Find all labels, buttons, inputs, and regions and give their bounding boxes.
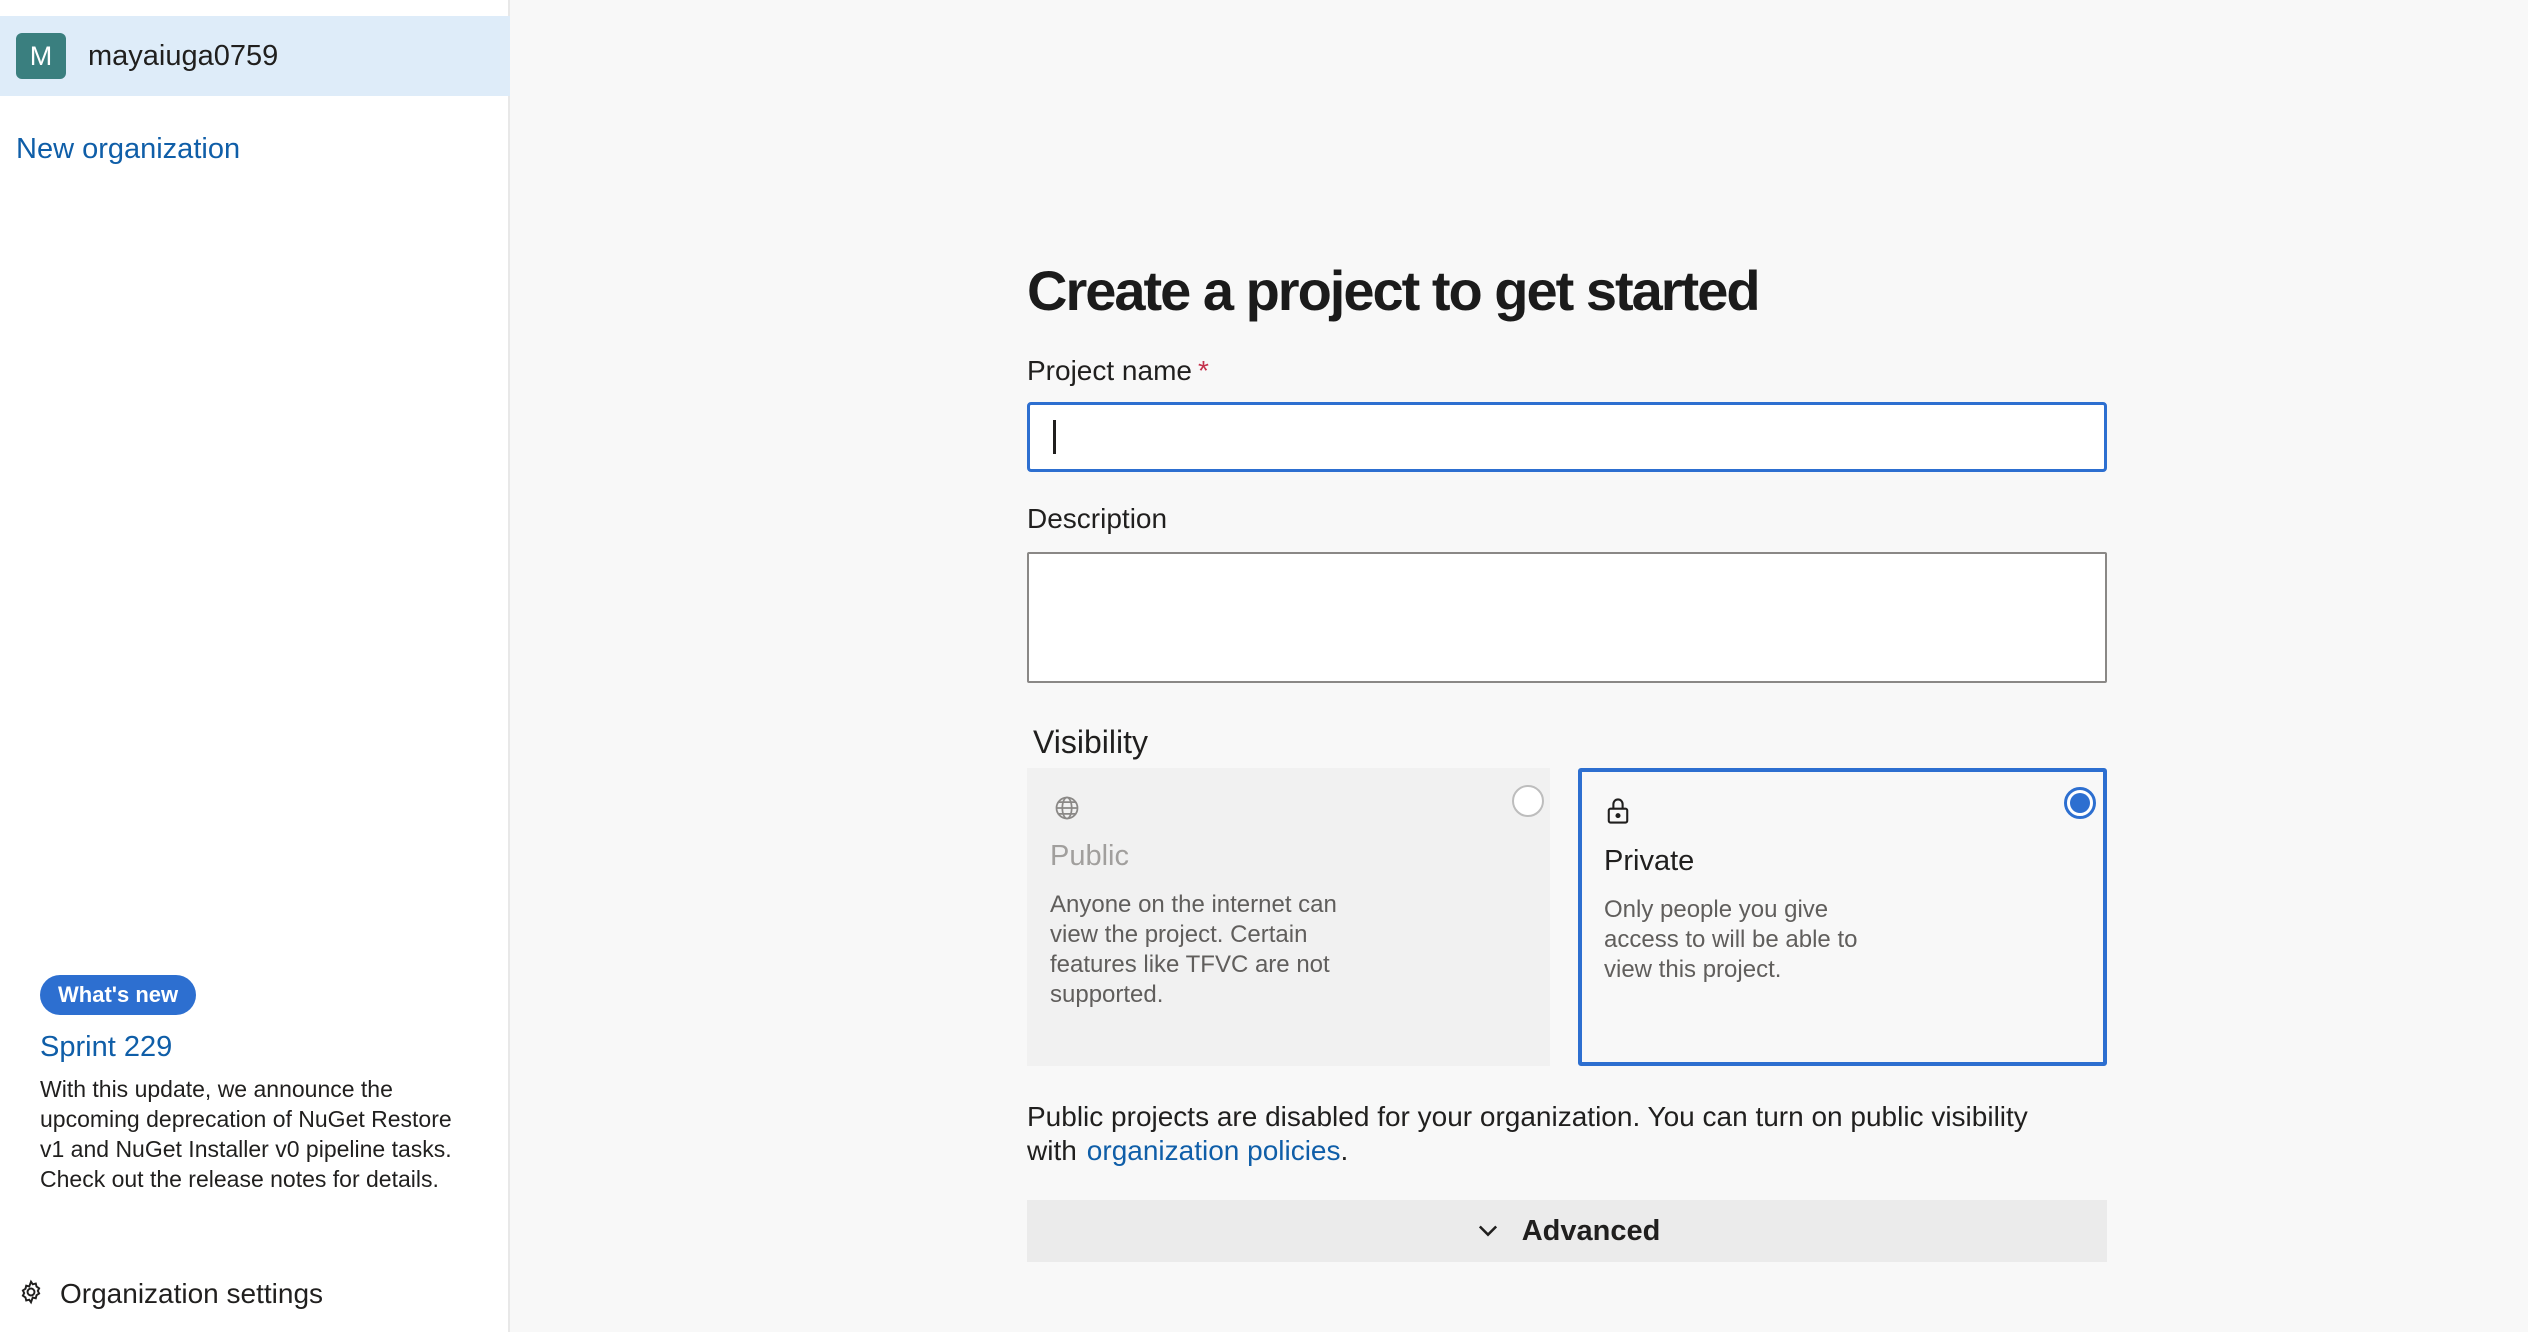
whats-new-panel: What's new Sprint 229 With this update, …	[40, 975, 480, 1194]
visibility-option-public[interactable]: Public Anyone on the internet can view t…	[1027, 768, 1550, 1066]
project-name-label: Project name *	[1027, 355, 1209, 387]
advanced-label: Advanced	[1521, 1214, 1661, 1247]
whats-new-description: With this update, we announce the upcomi…	[40, 1076, 452, 1192]
page-title: Create a project to get started	[1027, 259, 1761, 322]
notice-suffix: .	[1340, 1135, 1349, 1166]
organization-settings-button[interactable]: Organization settings	[18, 1278, 323, 1310]
public-description: Anyone on the internet can view the proj…	[1050, 891, 1337, 1008]
public-title: Public	[1050, 840, 1129, 872]
new-organization-link[interactable]: New organization	[16, 133, 240, 166]
main-content: Create a project to get started Project …	[512, 0, 2528, 1332]
advanced-toggle-button[interactable]: Advanced	[1027, 1200, 2107, 1262]
chevron-down-icon	[1474, 1216, 1502, 1247]
text-cursor	[1053, 420, 1056, 454]
sidebar: M mayaiuga0759 New organization What's n…	[0, 0, 510, 1332]
organization-settings-label: Organization settings	[60, 1278, 324, 1309]
org-name: mayaiuga0759	[88, 39, 279, 72]
private-radio[interactable]	[2064, 787, 2096, 819]
org-avatar: M	[16, 33, 66, 79]
gear-icon	[18, 1279, 44, 1310]
description-input[interactable]	[1027, 552, 2107, 683]
organization-item[interactable]: M mayaiuga0759	[0, 16, 510, 96]
lock-icon	[1604, 796, 1632, 831]
visibility-label: Visibility	[1033, 724, 1148, 760]
whats-new-badge: What's new	[40, 975, 197, 1015]
required-marker: *	[1197, 355, 1209, 386]
sprint-link[interactable]: Sprint 229	[40, 1031, 480, 1064]
public-radio[interactable]	[1512, 785, 1544, 817]
project-name-input[interactable]	[1027, 402, 2107, 472]
app-root: M mayaiuga0759 New organization What's n…	[0, 0, 2528, 1332]
globe-icon	[1053, 794, 1081, 827]
private-title: Private	[1604, 845, 1695, 877]
private-description: Only people you give access to will be a…	[1604, 896, 1858, 983]
public-disabled-notice: Public projects are disabled for your or…	[1027, 1100, 2127, 1168]
project-name-label-text: Project name	[1027, 355, 1192, 386]
organization-policies-link[interactable]: organization policies	[1087, 1135, 1341, 1166]
description-label: Description	[1027, 503, 1168, 534]
visibility-option-private[interactable]: Private Only people you give access to w…	[1578, 768, 2107, 1066]
